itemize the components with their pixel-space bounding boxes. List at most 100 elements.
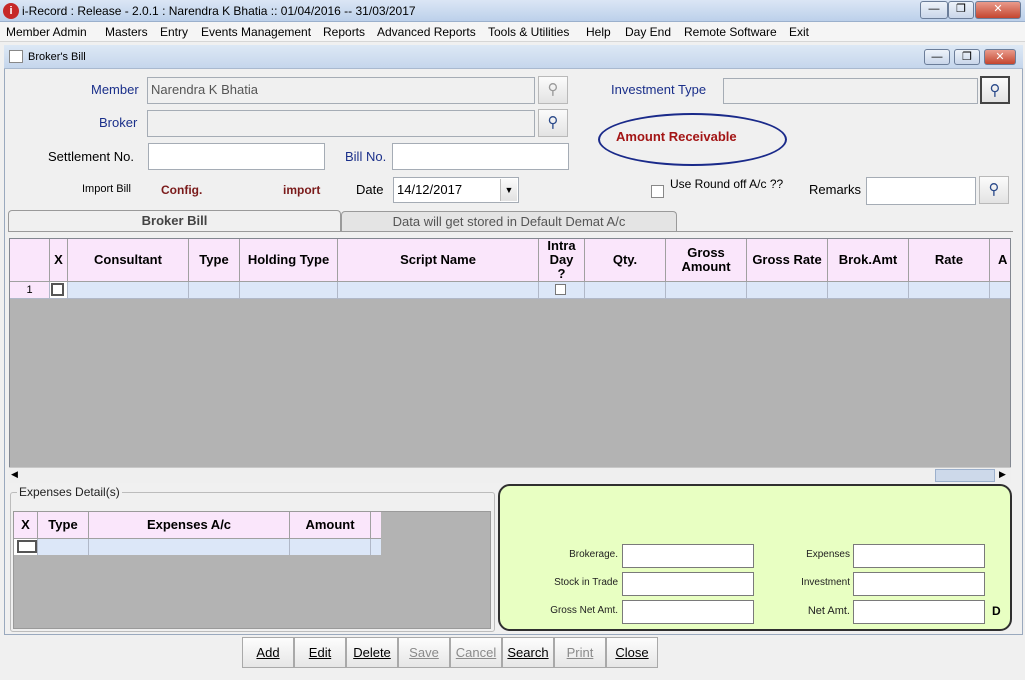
broker-field[interactable] (147, 110, 535, 137)
col-header-gross-rate[interactable]: Gross Rate (747, 239, 828, 282)
col-header-gross-amount[interactable]: Gross Amount (666, 239, 747, 282)
menu-day-end[interactable]: Day End (625, 25, 671, 39)
exp-amount-cell[interactable] (290, 539, 371, 555)
menu-masters[interactable]: Masters (105, 25, 148, 39)
investment-type-label: Investment Type (611, 82, 707, 97)
rate-cell[interactable] (909, 282, 990, 299)
exp-row-x-cell[interactable] (14, 539, 38, 555)
stock-in-trade-input[interactable] (622, 572, 754, 596)
minimize-button[interactable]: — (920, 1, 948, 19)
app-logo-icon: i (3, 3, 19, 19)
close-button[interactable]: Close (606, 637, 658, 668)
menu-member-admin[interactable]: Member Admin (6, 25, 87, 39)
investment-input[interactable] (853, 572, 985, 596)
col-header-holding-type[interactable]: Holding Type (240, 239, 338, 282)
col-header-x[interactable]: X (50, 239, 68, 282)
cancel-button[interactable]: Cancel (450, 637, 502, 668)
tab-default-demat[interactable]: Data will get stored in Default Demat A/… (341, 211, 677, 231)
add-button[interactable]: Add (242, 637, 294, 668)
member-field[interactable]: Narendra K Bhatia (147, 77, 535, 104)
import-link[interactable]: import (283, 183, 320, 197)
menu-reports[interactable]: Reports (323, 25, 365, 39)
a-cell[interactable] (990, 282, 1010, 299)
script-name-cell[interactable] (338, 282, 539, 299)
exp-col-amount[interactable]: Amount (290, 512, 371, 539)
edit-button[interactable]: Edit (294, 637, 346, 668)
intra-day-checkbox[interactable] (555, 284, 566, 295)
gross-net-amt-input[interactable] (622, 600, 754, 624)
scrollbar-thumb[interactable] (935, 469, 995, 482)
consultant-cell[interactable] (68, 282, 189, 299)
row-select-checkbox[interactable] (51, 283, 64, 296)
restore-button[interactable]: ❐ (948, 1, 974, 19)
col-header-qty[interactable]: Qty. (585, 239, 666, 282)
holding-type-cell[interactable] (240, 282, 338, 299)
remarks-input[interactable] (866, 177, 976, 205)
exp-col-type[interactable]: Type (38, 512, 89, 539)
form-icon (9, 50, 23, 63)
brok-amt-cell[interactable] (828, 282, 909, 299)
settlement-label: Settlement No. (48, 149, 134, 164)
menu-help[interactable]: Help (586, 25, 611, 39)
print-button[interactable]: Print (554, 637, 606, 668)
exp-col-x[interactable]: X (14, 512, 38, 539)
col-header-a[interactable]: A (990, 239, 1010, 282)
delete-button[interactable]: Delete (346, 637, 398, 668)
child-minimize-button[interactable]: — (924, 49, 950, 65)
col-header-consultant[interactable]: Consultant (68, 239, 189, 282)
expenses-input[interactable] (853, 544, 985, 568)
expenses-label: Expenses (806, 549, 850, 560)
brokerage-input[interactable] (622, 544, 754, 568)
settlement-input[interactable] (148, 143, 325, 170)
menu-exit[interactable]: Exit (789, 25, 809, 39)
tab-broker-bill[interactable]: Broker Bill (8, 210, 341, 232)
col-header-intra-day[interactable]: Intra Day ? (539, 239, 585, 282)
col-header-type[interactable]: Type (189, 239, 240, 282)
exp-col-expenses-ac[interactable]: Expenses A/c (89, 512, 290, 539)
investment-type-field[interactable] (723, 78, 978, 104)
qty-cell[interactable] (585, 282, 666, 299)
col-header-brok-amt[interactable]: Brok.Amt (828, 239, 909, 282)
col-header-script-name[interactable]: Script Name (338, 239, 539, 282)
app-title-bar: i i-Record : Release - 2.0.1 : Narendra … (0, 0, 1025, 22)
bill-no-input[interactable] (392, 143, 569, 170)
broker-label: Broker (99, 115, 138, 130)
menu-events-management[interactable]: Events Management (201, 25, 311, 39)
child-title-bar: Broker's Bill — ❐ ✕ (4, 45, 1023, 69)
menu-entry[interactable]: Entry (160, 25, 188, 39)
amount-status-text: Amount Receivable (616, 129, 737, 144)
menu-advanced-reports[interactable]: Advanced Reports (377, 25, 476, 39)
scroll-right-icon[interactable]: ▶ (999, 469, 1006, 480)
exp-account-cell[interactable] (89, 539, 290, 555)
intra-day-cell[interactable] (539, 282, 585, 299)
net-amt-input[interactable] (853, 600, 985, 624)
broker-search-button[interactable]: ⚲ (538, 109, 568, 137)
config-link[interactable]: Config. (161, 183, 202, 197)
investment-type-search-button[interactable]: ⚲ (980, 76, 1010, 104)
menu-remote-software[interactable]: Remote Software (684, 25, 777, 39)
member-lookup-button[interactable]: ⚲ (538, 76, 568, 104)
menu-tools-utilities[interactable]: Tools & Utilities (488, 25, 569, 39)
exp-type-cell[interactable] (38, 539, 89, 555)
window-title: i-Record : Release - 2.0.1 : Narendra K … (22, 4, 416, 18)
col-header-rate[interactable]: Rate (909, 239, 990, 282)
child-close-button[interactable]: ✕ (984, 49, 1016, 65)
chevron-down-icon[interactable]: ▼ (500, 179, 517, 201)
type-cell[interactable] (189, 282, 240, 299)
round-off-checkbox[interactable] (651, 185, 664, 198)
grid-horizontal-scrollbar[interactable]: ◀ ▶ (9, 467, 1011, 483)
import-bill-label: Import Bill (82, 183, 131, 195)
date-picker[interactable]: 14/12/2017 ▼ (393, 177, 519, 203)
gross-amount-cell[interactable] (666, 282, 747, 299)
exp-row-checkbox[interactable] (17, 540, 37, 553)
child-restore-button[interactable]: ❐ (954, 49, 980, 65)
save-button[interactable]: Save (398, 637, 450, 668)
remarks-search-button[interactable]: ⚲ (979, 176, 1009, 204)
search-button[interactable]: Search (502, 637, 554, 668)
row-x-cell[interactable] (50, 282, 68, 299)
disabled-search-icon: ⚲ (547, 81, 559, 98)
date-label: Date (356, 182, 384, 197)
scroll-left-icon[interactable]: ◀ (11, 469, 18, 480)
close-window-button[interactable]: ✕ (975, 1, 1021, 19)
gross-rate-cell[interactable] (747, 282, 828, 299)
